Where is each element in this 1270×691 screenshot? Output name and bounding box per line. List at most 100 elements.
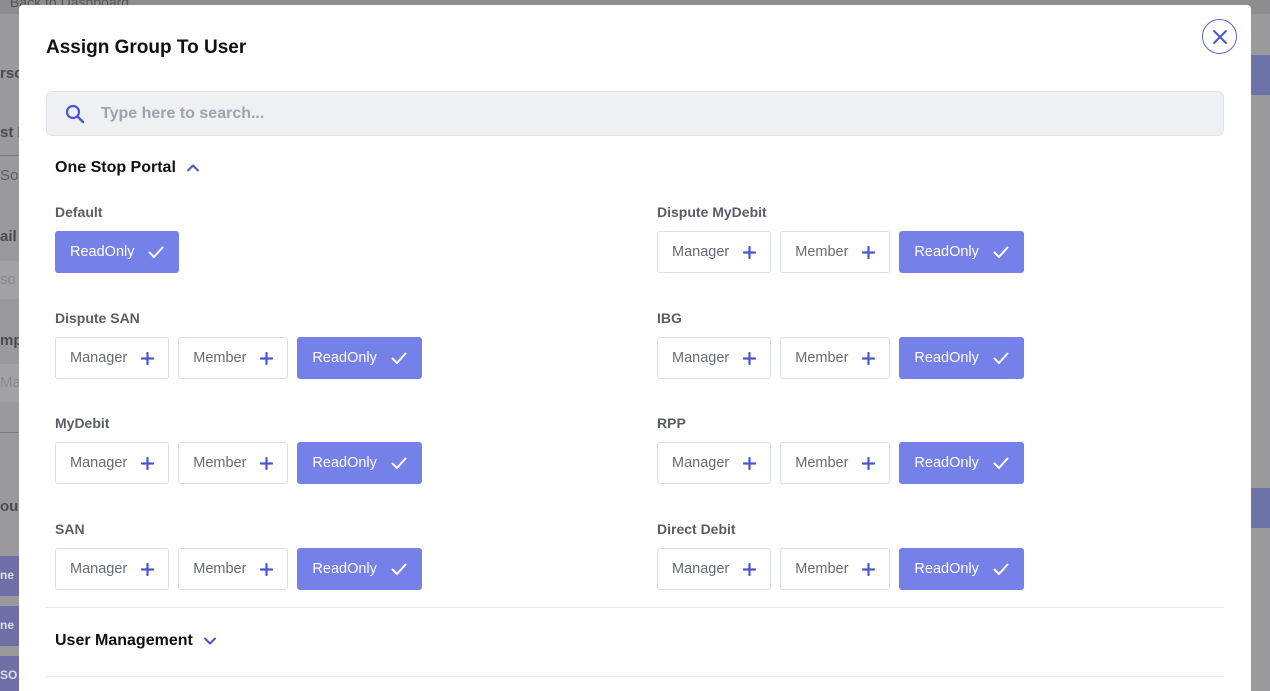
background-chip: SO — [0, 656, 19, 691]
background-text: ail — [0, 228, 17, 245]
role-label: Member — [795, 350, 849, 366]
role-label: Member — [795, 455, 849, 471]
background-chip: ne — [0, 606, 19, 646]
group-label: Default — [55, 204, 103, 220]
plus-icon — [260, 351, 274, 365]
group-san: SAN Manager Member ReadOnly — [55, 519, 422, 590]
role-options: Manager Member ReadOnly — [657, 337, 1024, 379]
role-options: Manager Member ReadOnly — [657, 442, 1024, 484]
search-bar — [46, 91, 1224, 136]
background-divider — [0, 155, 19, 156]
group-dispute-mydebit: Dispute MyDebit Manager Member ReadOnly — [657, 202, 1024, 273]
role-button-readonly[interactable]: ReadOnly — [297, 548, 422, 590]
role-options: Manager Member ReadOnly — [657, 548, 1024, 590]
role-label: Manager — [70, 561, 128, 577]
search-icon — [65, 104, 85, 124]
role-label: Member — [193, 350, 247, 366]
group-label: RPP — [657, 415, 686, 431]
background-chip-label: ne — [0, 618, 15, 632]
role-label: Member — [193, 561, 247, 577]
role-button-readonly[interactable]: ReadOnly — [899, 442, 1024, 484]
group-label: SAN — [55, 521, 85, 537]
group-label: Direct Debit — [657, 521, 736, 537]
section-title: One Stop Portal — [55, 159, 176, 176]
group-label: MyDebit — [55, 415, 110, 431]
section-title: User Management — [55, 632, 193, 649]
check-icon — [391, 457, 407, 470]
role-button-readonly[interactable]: ReadOnly — [899, 337, 1024, 379]
modal-title: Assign Group To User — [46, 37, 247, 58]
role-button-member[interactable]: Member — [780, 337, 891, 379]
role-button-member[interactable]: Member — [780, 231, 891, 273]
role-label: ReadOnly — [70, 244, 135, 260]
role-button-member[interactable]: Member — [178, 548, 289, 590]
role-label: ReadOnly — [914, 244, 979, 260]
close-icon — [1212, 29, 1227, 44]
role-button-member[interactable]: Member — [178, 337, 289, 379]
role-options: ReadOnly — [55, 231, 180, 273]
check-icon — [391, 352, 407, 365]
background-button — [1251, 488, 1270, 528]
role-button-readonly[interactable]: ReadOnly — [899, 231, 1024, 273]
role-button-manager[interactable]: Manager — [657, 337, 772, 379]
close-button[interactable] — [1202, 19, 1237, 54]
role-button-readonly[interactable]: ReadOnly — [297, 442, 422, 484]
role-label: ReadOnly — [914, 455, 979, 471]
role-button-manager[interactable]: Manager — [55, 337, 170, 379]
check-icon — [391, 563, 407, 576]
group-rpp: RPP Manager Member ReadOnly — [657, 413, 1024, 484]
group-dispute-san: Dispute SAN Manager Member ReadOnly — [55, 308, 422, 379]
role-label: Manager — [70, 455, 128, 471]
role-label: Manager — [672, 350, 730, 366]
plus-icon — [743, 562, 757, 576]
check-icon — [993, 246, 1009, 259]
plus-icon — [260, 456, 274, 470]
plus-icon — [862, 456, 876, 470]
role-label: ReadOnly — [312, 455, 377, 471]
role-button-manager[interactable]: Manager — [657, 548, 772, 590]
check-icon — [148, 246, 164, 259]
role-button-manager[interactable]: Manager — [55, 548, 170, 590]
section-toggle-one-stop-portal[interactable]: One Stop Portal — [55, 159, 200, 177]
plus-icon — [743, 245, 757, 259]
background-text: So — [0, 167, 19, 184]
role-options: Manager Member ReadOnly — [55, 337, 422, 379]
role-button-manager[interactable]: Manager — [55, 442, 170, 484]
role-button-manager[interactable]: Manager — [657, 442, 772, 484]
role-label: ReadOnly — [312, 350, 377, 366]
background-chip-label: ne — [0, 568, 15, 582]
role-label: Member — [795, 244, 849, 260]
plus-icon — [743, 351, 757, 365]
section-divider — [46, 607, 1224, 608]
role-button-readonly[interactable]: ReadOnly — [297, 337, 422, 379]
plus-icon — [141, 562, 155, 576]
role-button-manager[interactable]: Manager — [657, 231, 772, 273]
background-divider — [0, 432, 19, 433]
role-options: Manager Member ReadOnly — [657, 231, 1024, 273]
background-chip-label: SO — [0, 668, 18, 682]
role-label: Manager — [70, 350, 128, 366]
group-direct-debit: Direct Debit Manager Member ReadOnly — [657, 519, 1024, 590]
check-icon — [993, 457, 1009, 470]
role-button-readonly[interactable]: ReadOnly — [55, 231, 180, 273]
role-label: ReadOnly — [914, 561, 979, 577]
group-label: Dispute MyDebit — [657, 204, 767, 220]
plus-icon — [862, 245, 876, 259]
search-input[interactable] — [101, 92, 1201, 135]
group-ibg: IBG Manager Member ReadOnly — [657, 308, 1024, 379]
section-divider — [46, 676, 1224, 677]
role-label: Manager — [672, 455, 730, 471]
role-label: Manager — [672, 244, 730, 260]
check-icon — [993, 352, 1009, 365]
section-toggle-user-management[interactable]: User Management — [55, 632, 217, 650]
background-text: so — [0, 271, 16, 288]
group-mydebit: MyDebit Manager Member ReadOnly — [55, 413, 422, 484]
background-button — [1251, 55, 1270, 95]
role-button-member[interactable]: Member — [178, 442, 289, 484]
role-button-member[interactable]: Member — [780, 442, 891, 484]
role-options: Manager Member ReadOnly — [55, 548, 422, 590]
chevron-up-icon — [186, 164, 199, 172]
role-button-readonly[interactable]: ReadOnly — [899, 548, 1024, 590]
background-text: ou — [0, 498, 19, 515]
role-button-member[interactable]: Member — [780, 548, 891, 590]
